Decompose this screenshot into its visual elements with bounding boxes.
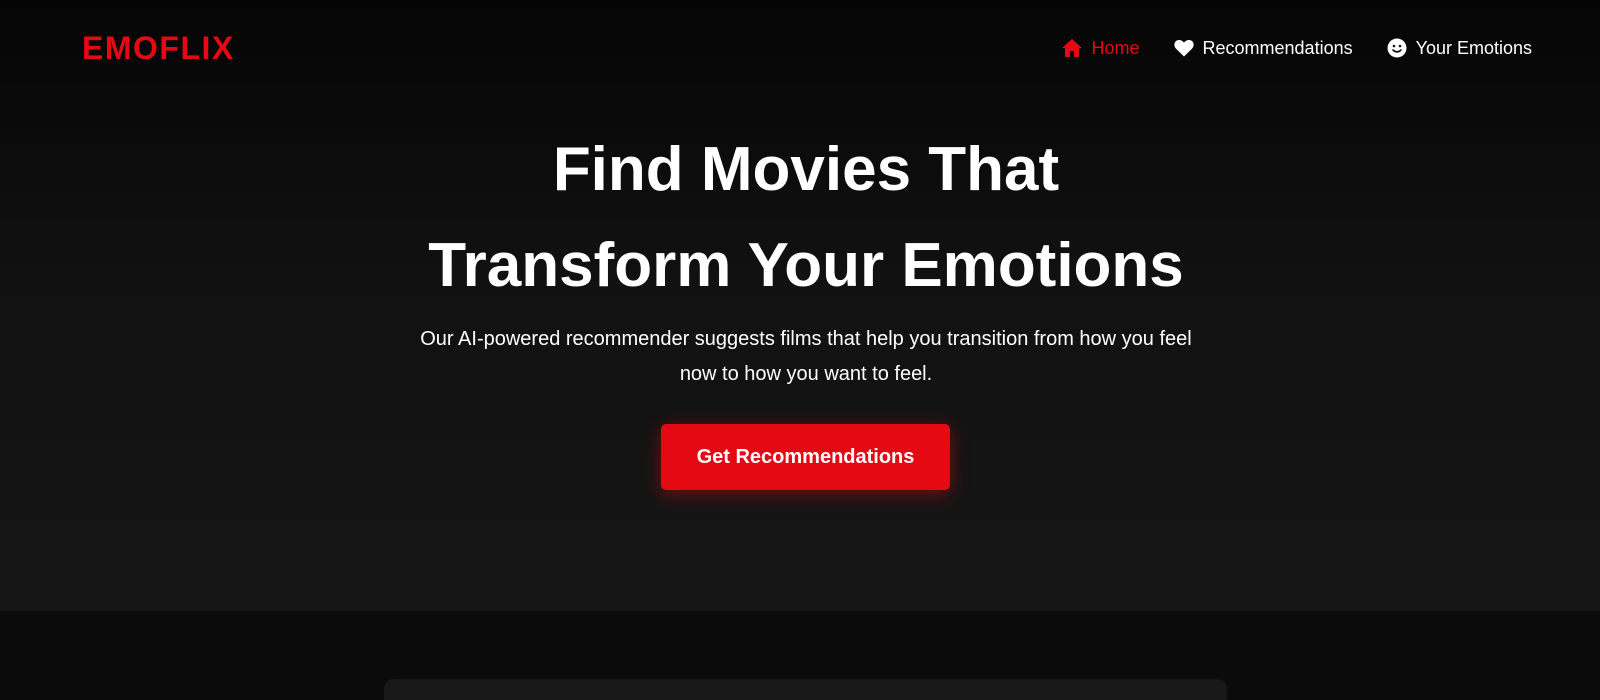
navbar: EMOFLIX Home Recommendations Your Emotio… <box>0 0 1600 95</box>
heart-icon <box>1173 39 1194 57</box>
content-card <box>384 679 1227 700</box>
nav-item-recommendations[interactable]: Recommendations <box>1173 34 1353 62</box>
smile-icon <box>1387 38 1407 58</box>
home-icon <box>1061 38 1083 58</box>
nav-item-your-emotions[interactable]: Your Emotions <box>1387 34 1532 62</box>
main-nav: Home Recommendations Your Emotions <box>1061 34 1532 62</box>
nav-item-recommendations-label: Recommendations <box>1202 38 1353 58</box>
hero-section: EMOFLIX Home Recommendations Your Emotio… <box>0 0 1600 611</box>
hero-title-line-1: Find Movies That <box>552 135 1060 204</box>
nav-item-home[interactable]: Home <box>1061 34 1140 62</box>
hero-title: Find Movies That Transform Your Emotions <box>0 122 1600 314</box>
logo[interactable]: EMOFLIX <box>82 28 235 68</box>
nav-item-home-label: Home <box>1091 38 1140 58</box>
page: EMOFLIX Home Recommendations Your Emotio… <box>0 0 1600 700</box>
get-recommendations-button[interactable]: Get Recommendations <box>661 424 950 490</box>
hero-subtitle: Our AI-powered recommender suggests film… <box>420 328 1192 385</box>
hero-title-line-2: Transform Your Emotions <box>428 231 1184 300</box>
nav-item-your-emotions-label: Your Emotions <box>1415 38 1532 58</box>
